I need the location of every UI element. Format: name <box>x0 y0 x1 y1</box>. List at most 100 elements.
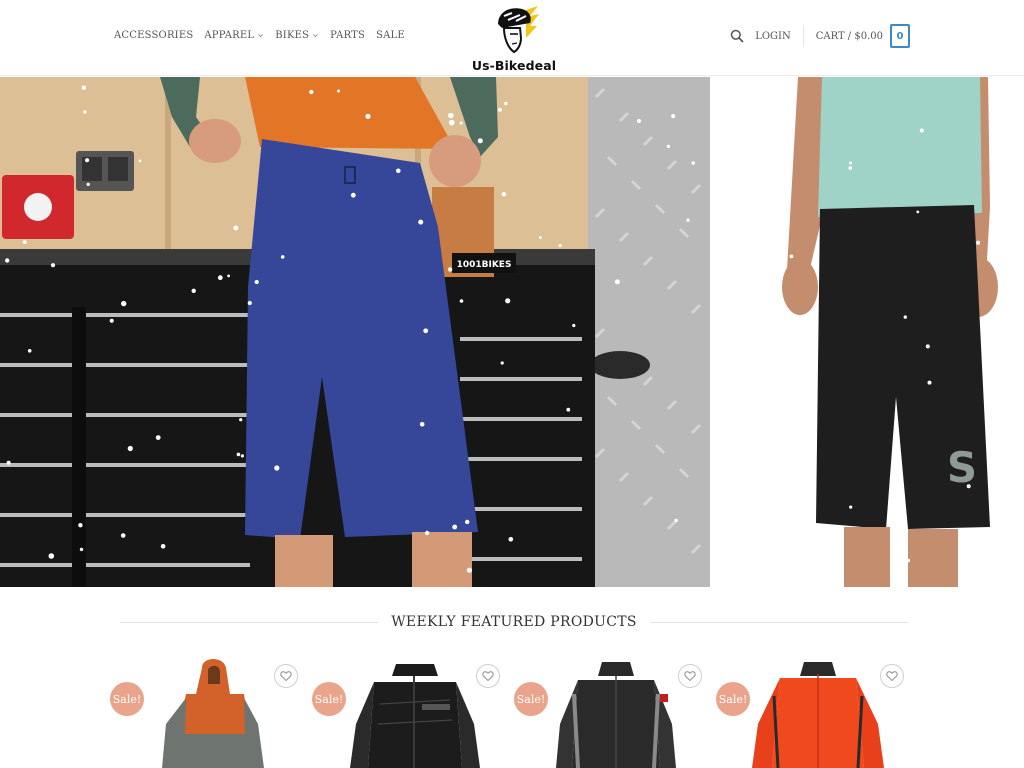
snow-dot <box>500 361 504 365</box>
snow-dot <box>365 113 371 119</box>
snow-dot <box>1011 398 1017 404</box>
snow-dot <box>614 279 620 285</box>
cart-link[interactable]: CART / $0.00 <box>816 31 883 42</box>
site-header: ACCESSORIES APPAREL BIKES PARTS SALE Us-… <box>0 0 1024 76</box>
snow-dot <box>674 518 678 523</box>
snow-dot <box>22 240 27 245</box>
snow-dot <box>274 465 280 471</box>
nav-label: APPAREL <box>204 30 255 41</box>
snow-dot <box>448 112 454 119</box>
product-card[interactable]: Sale! <box>512 654 708 768</box>
nav-item-parts[interactable]: PARTS <box>330 30 365 41</box>
login-link[interactable]: LOGIN <box>755 31 791 42</box>
snow-dot <box>925 344 930 349</box>
snow-dot <box>572 323 576 328</box>
heart-icon <box>886 671 898 682</box>
snow-dot <box>966 484 971 489</box>
snow-dot <box>686 218 690 222</box>
site-name: Us-Bikedeal <box>471 58 557 73</box>
snow-dot <box>637 119 641 123</box>
wishlist-button[interactable] <box>476 664 500 688</box>
search-icon[interactable] <box>730 29 744 43</box>
snow-dot <box>849 161 852 165</box>
snow-dot <box>804 541 809 546</box>
heart-icon <box>280 671 292 682</box>
snow-dot <box>50 263 56 268</box>
nav-item-sale[interactable]: SALE <box>376 30 405 41</box>
wishlist-button[interactable] <box>274 664 298 688</box>
snow-dot <box>671 114 676 119</box>
heart-icon <box>684 671 696 682</box>
product-card[interactable]: Sale! <box>714 654 910 768</box>
snow-dot <box>903 315 907 319</box>
snow-dot <box>350 192 356 198</box>
hero-banner[interactable]: 1001BIKES S <box>0 77 1024 587</box>
title-divider-right <box>649 621 909 623</box>
snow-overlay <box>5 85 1017 573</box>
snow-dot <box>396 168 401 174</box>
snow-dot <box>337 89 340 93</box>
sale-badge: Sale! <box>312 682 346 716</box>
snow-dot <box>539 236 542 240</box>
snow-dot <box>86 182 90 186</box>
snow-dot <box>498 107 502 112</box>
snow-dot <box>247 300 252 306</box>
header-divider <box>802 25 804 47</box>
snow-dot <box>766 473 771 479</box>
snow-dot <box>919 128 924 133</box>
snow-dot <box>508 537 514 542</box>
snow-dot <box>447 267 453 272</box>
main-nav: ACCESSORIES APPAREL BIKES PARTS SALE <box>114 30 405 41</box>
snow-dot <box>691 161 695 165</box>
sale-badge: Sale! <box>110 682 144 716</box>
snow-dot <box>309 89 314 95</box>
nav-label: PARTS <box>330 30 366 41</box>
sale-badge: Sale! <box>716 682 750 716</box>
snow-dot <box>738 374 745 380</box>
snow-dot <box>558 243 562 248</box>
snow-dot <box>120 533 126 538</box>
snow-dot <box>1007 302 1011 306</box>
featured-section-title: WEEKLY FEATURED PRODUCTS <box>391 614 637 630</box>
snow-dot <box>227 274 231 278</box>
snow-dot <box>906 558 911 563</box>
cyclist-helmet-logo-icon <box>498 6 539 54</box>
snow-dot <box>477 138 483 144</box>
snow-dot <box>85 158 90 163</box>
snow-dot <box>138 159 142 163</box>
snow-dot <box>109 318 114 323</box>
nav-label: BIKES <box>275 30 310 41</box>
nav-item-apparel[interactable]: APPAREL <box>204 30 264 41</box>
header-actions: LOGIN CART / $0.00 0 <box>730 22 910 50</box>
sale-badge: Sale! <box>514 682 548 716</box>
nav-item-bikes[interactable]: BIKES <box>275 30 319 41</box>
product-card[interactable]: Sale! <box>310 654 506 768</box>
snow-dot <box>78 523 83 528</box>
snow-dot <box>848 166 853 170</box>
snow-dot <box>448 119 455 126</box>
snow-dot <box>501 192 507 197</box>
wishlist-button[interactable] <box>678 664 702 688</box>
snow-dot <box>418 219 424 225</box>
snow-dot <box>233 225 239 231</box>
snow-dot <box>976 240 981 245</box>
product-card[interactable]: Sale! <box>108 654 304 768</box>
snow-dot <box>666 144 671 149</box>
cart-count-badge[interactable]: 0 <box>890 24 910 48</box>
site-logo[interactable]: Us-Bikedeal <box>466 4 562 74</box>
snow-dot <box>466 567 472 573</box>
snow-dot <box>459 121 463 125</box>
wishlist-button[interactable] <box>880 664 904 688</box>
snow-dot <box>127 445 133 452</box>
snow-dot <box>6 460 11 465</box>
snow-dot <box>505 298 511 304</box>
snow-dot <box>239 418 243 422</box>
snow-dot <box>757 307 762 312</box>
snow-dot <box>452 524 458 530</box>
snow-dot <box>989 547 995 553</box>
snow-dot <box>424 530 430 536</box>
snow-dot <box>79 547 84 552</box>
nav-item-accessories[interactable]: ACCESSORIES <box>114 30 193 41</box>
chevron-down-icon <box>313 34 319 38</box>
snow-dot <box>155 435 161 440</box>
